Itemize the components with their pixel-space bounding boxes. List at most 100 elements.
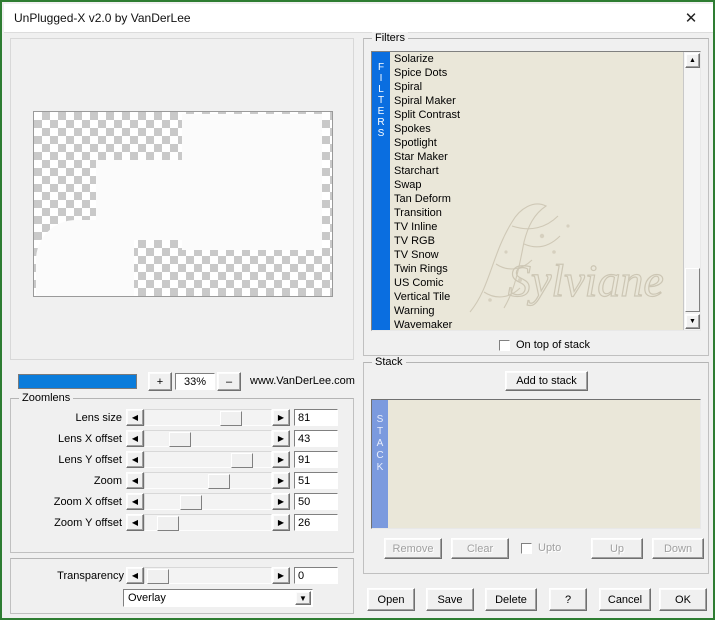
stack-sidebar-letter: T — [376, 426, 384, 437]
transparency-increment-button[interactable]: ▶ — [272, 567, 290, 584]
slider-track[interactable] — [144, 451, 272, 468]
open-button[interactable]: Open — [367, 588, 415, 611]
slider-track[interactable] — [144, 472, 272, 489]
filters-scroll-thumb[interactable] — [685, 268, 700, 312]
chevron-down-icon[interactable]: ▼ — [295, 591, 311, 605]
slider-decrement-button[interactable]: ◀ — [126, 430, 144, 447]
filter-item[interactable]: Spiral Maker — [390, 94, 683, 108]
slider-decrement-button[interactable]: ◀ — [126, 493, 144, 510]
filter-item[interactable]: Warning — [390, 304, 683, 318]
slider-thumb[interactable] — [231, 453, 253, 468]
slider-thumb[interactable] — [180, 495, 202, 510]
filter-item[interactable]: Solarize — [390, 52, 683, 66]
filter-item[interactable]: Star Maker — [390, 150, 683, 164]
on-top-of-stack-checkbox[interactable]: On top of stack — [499, 339, 590, 351]
filters-item-container[interactable]: Sylviane Solarize Spice Dots Spiral Spiral … — [390, 52, 683, 330]
remove-button[interactable]: Remove — [384, 538, 442, 559]
slider-track[interactable] — [144, 409, 272, 426]
filter-item[interactable]: TV Snow — [390, 248, 683, 262]
filter-item[interactable]: Swap — [390, 178, 683, 192]
slider-track[interactable] — [144, 514, 272, 531]
stack-sidebar-letter: K — [376, 462, 384, 473]
filters-sidebar-letter: L — [378, 84, 384, 95]
help-button[interactable]: ? — [549, 588, 587, 611]
filter-item[interactable]: Twin Rings — [390, 262, 683, 276]
slider-increment-button[interactable]: ▶ — [272, 409, 290, 426]
filter-item[interactable]: Vertical Tile — [390, 290, 683, 304]
slider-value-field[interactable]: 43 — [294, 430, 338, 447]
slider-decrement-button[interactable]: ◀ — [126, 472, 144, 489]
transparency-slider-track[interactable] — [144, 567, 272, 584]
filter-item[interactable]: Spiral — [390, 80, 683, 94]
transparency-slider-thumb[interactable] — [147, 569, 169, 584]
cancel-button[interactable]: Cancel — [599, 588, 651, 611]
slider-increment-button[interactable]: ▶ — [272, 493, 290, 510]
transparency-label: Transparency — [57, 570, 124, 582]
filters-sidebar-letter: R — [377, 117, 385, 128]
transparency-value-field[interactable]: 0 — [294, 567, 338, 584]
filter-item[interactable]: Wavemaker — [390, 318, 683, 330]
slider-increment-button[interactable]: ▶ — [272, 451, 290, 468]
title-bar: UnPlugged-X v2.0 by VanDerLee ✕ — [4, 4, 713, 33]
filters-scrollbar[interactable]: ▲ ▼ — [683, 52, 700, 330]
stack-group-label: Stack — [372, 356, 406, 368]
slider-thumb[interactable] — [169, 432, 191, 447]
slider-track[interactable] — [144, 493, 272, 510]
move-down-button[interactable]: Down — [652, 538, 704, 559]
filter-item[interactable]: TV Inline — [390, 220, 683, 234]
preview-canvas[interactable] — [33, 111, 333, 297]
slider-decrement-button[interactable]: ◀ — [126, 451, 144, 468]
filter-item[interactable]: TV RGB — [390, 234, 683, 248]
transparency-decrement-button[interactable]: ◀ — [126, 567, 144, 584]
blend-mode-select[interactable]: Overlay ▼ — [123, 589, 313, 607]
slider-increment-button[interactable]: ▶ — [272, 472, 290, 489]
filter-item[interactable]: Starchart — [390, 164, 683, 178]
slider-value-field[interactable]: 91 — [294, 451, 338, 468]
filters-sidebar-letter: T — [377, 95, 385, 106]
filter-item[interactable]: Transition — [390, 206, 683, 220]
filters-group-label: Filters — [372, 32, 408, 44]
filter-item[interactable]: US Comic — [390, 276, 683, 290]
slider-decrement-button[interactable]: ◀ — [126, 409, 144, 426]
filter-item[interactable]: Spotlight — [390, 136, 683, 150]
filters-listbox[interactable]: FILTERS Sylviane Solarize Spice Dots Spi… — [371, 51, 701, 331]
slider-value-field[interactable]: 81 — [294, 409, 338, 426]
zoom-out-button[interactable]: – — [217, 372, 241, 391]
clear-button[interactable]: Clear — [451, 538, 509, 559]
stack-sidebar-letter: S — [376, 414, 384, 425]
filter-item[interactable]: Spokes — [390, 122, 683, 136]
ok-button[interactable]: OK — [659, 588, 707, 611]
save-button[interactable]: Save — [426, 588, 474, 611]
slider-track[interactable] — [144, 430, 272, 447]
slider-value-field[interactable]: 26 — [294, 514, 338, 531]
slider-thumb[interactable] — [220, 411, 242, 426]
add-to-stack-button[interactable]: Add to stack — [505, 371, 588, 391]
zoom-toolbar: + 33% – www.VanDerLee.com — [10, 372, 355, 392]
application-window: UnPlugged-X v2.0 by VanDerLee ✕ + 33% – … — [0, 0, 715, 620]
slider-thumb[interactable] — [208, 474, 230, 489]
slider-row: Zoom X offset ◀ ▶ 50 — [11, 493, 355, 513]
stack-listbox[interactable]: STACK — [371, 399, 701, 529]
slider-increment-button[interactable]: ▶ — [272, 514, 290, 531]
slider-value-field[interactable]: 51 — [294, 472, 338, 489]
close-icon[interactable]: ✕ — [669, 4, 713, 32]
checkbox-box[interactable] — [499, 339, 510, 351]
zoom-in-button[interactable]: + — [148, 372, 172, 391]
slider-thumb[interactable] — [157, 516, 179, 531]
upto-checkbox[interactable]: Upto — [521, 542, 561, 554]
move-up-button[interactable]: Up — [591, 538, 643, 559]
slider-increment-button[interactable]: ▶ — [272, 430, 290, 447]
filter-item[interactable]: Tan Deform — [390, 192, 683, 206]
slider-decrement-button[interactable]: ◀ — [126, 514, 144, 531]
slider-label: Zoom — [93, 475, 122, 487]
stack-sidebar-letter: C — [376, 450, 384, 461]
slider-value-field[interactable]: 50 — [294, 493, 338, 510]
checkbox-box[interactable] — [521, 542, 532, 554]
zoomlens-parameters-group: Zoomlens Lens size ◀ ▶ 81 Lens X offset ◀ ▶ 43 L… — [10, 392, 355, 553]
scroll-up-icon[interactable]: ▲ — [685, 53, 700, 68]
delete-button[interactable]: Delete — [485, 588, 537, 611]
website-link[interactable]: www.VanDerLee.com — [250, 375, 355, 387]
filter-item[interactable]: Spice Dots — [390, 66, 683, 80]
filter-item[interactable]: Split Contrast — [390, 108, 683, 122]
scroll-down-icon[interactable]: ▼ — [685, 314, 700, 329]
